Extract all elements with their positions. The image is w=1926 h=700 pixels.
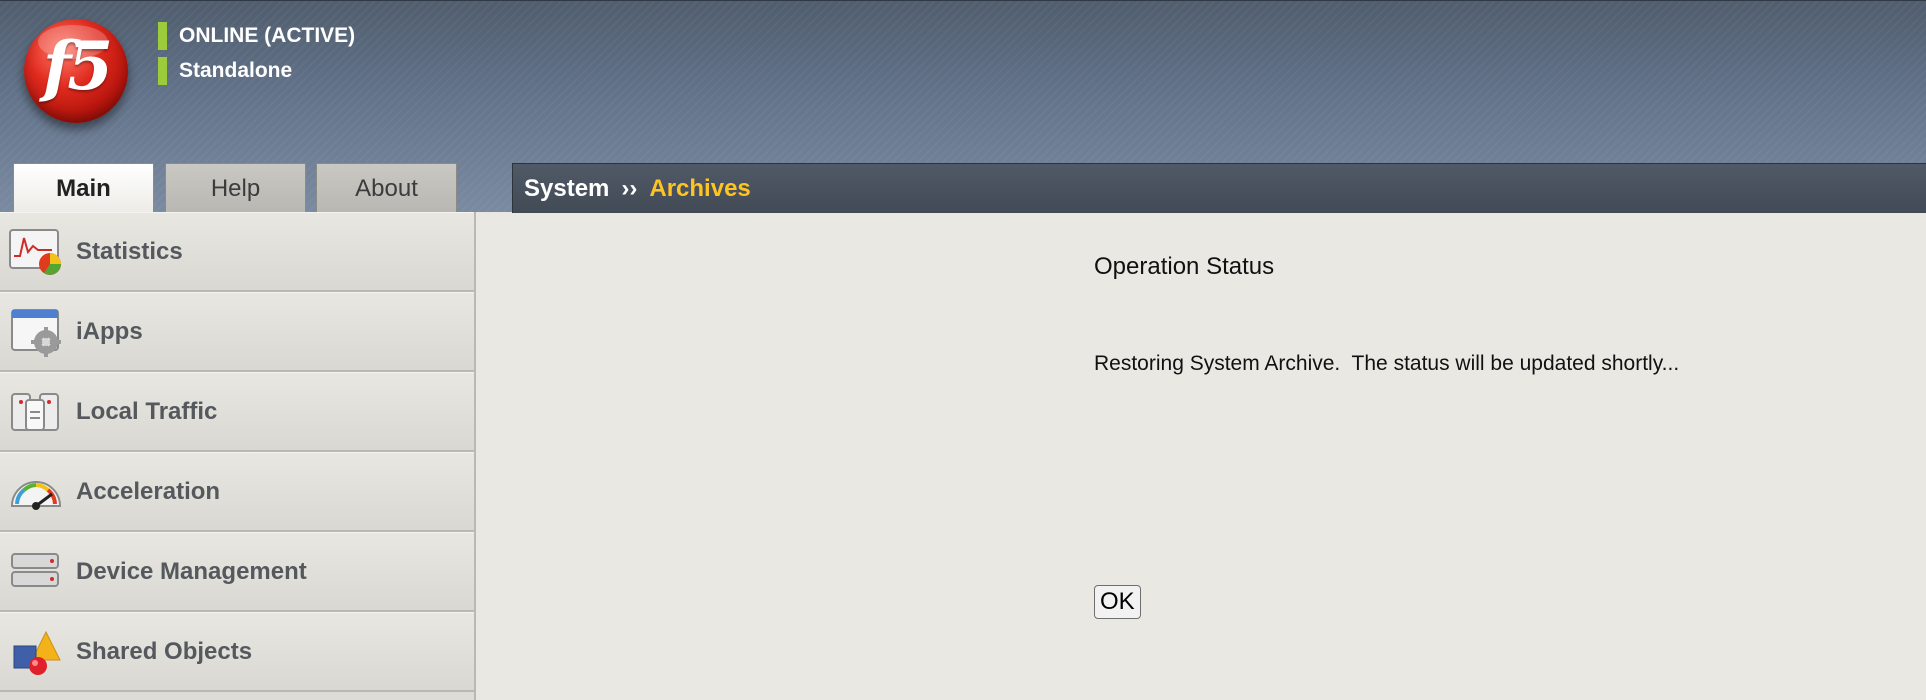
status-online-text: ONLINE (ACTIVE) bbox=[179, 24, 356, 47]
tab-main[interactable]: Main bbox=[13, 163, 154, 214]
sidebar-item-shared-objects[interactable]: Shared Objects bbox=[0, 612, 474, 692]
status-indicator bbox=[158, 57, 167, 85]
local-traffic-icon bbox=[8, 386, 64, 438]
sidebar-item-local-traffic[interactable]: Local Traffic bbox=[0, 372, 474, 452]
sidebar-item-label: Shared Objects bbox=[76, 637, 253, 665]
sidebar-item-label: iApps bbox=[76, 317, 143, 345]
tab-help[interactable]: Help bbox=[165, 163, 306, 213]
status-mode: Standalone bbox=[158, 57, 292, 85]
logo-text: f5 bbox=[42, 27, 113, 105]
sidebar: Statistics iApps Local Traffic Accelerat… bbox=[0, 212, 476, 700]
header-banner: f5 ONLINE (ACTIVE) Standalone Main Help … bbox=[0, 0, 1926, 214]
shared-objects-icon bbox=[8, 626, 64, 678]
acceleration-icon bbox=[8, 466, 64, 518]
tab-help-label: Help bbox=[210, 174, 261, 202]
operation-status-message: Restoring System Archive. The status wil… bbox=[1094, 352, 1680, 375]
ok-button[interactable]: OK bbox=[1094, 585, 1141, 619]
f5-logo: f5 bbox=[24, 19, 128, 123]
iapps-icon bbox=[8, 306, 64, 358]
status-online: ONLINE (ACTIVE) bbox=[158, 22, 355, 50]
sidebar-item-label: Device Management bbox=[76, 557, 307, 585]
tab-about-label: About bbox=[355, 174, 418, 202]
tab-main-label: Main bbox=[56, 175, 111, 202]
breadcrumb: System ›› Archives bbox=[512, 163, 1926, 214]
device-management-icon bbox=[8, 546, 64, 598]
sidebar-item-device-management[interactable]: Device Management bbox=[0, 532, 474, 612]
breadcrumb-section[interactable]: System bbox=[524, 175, 609, 203]
sidebar-item-label: Statistics bbox=[76, 237, 183, 265]
tab-about[interactable]: About bbox=[316, 163, 457, 213]
operation-status-title: Operation Status bbox=[1094, 253, 1275, 280]
sidebar-item-acceleration[interactable]: Acceleration bbox=[0, 452, 474, 532]
main-content: Operation Status Restoring System Archiv… bbox=[478, 213, 1926, 700]
statistics-icon bbox=[8, 226, 64, 278]
status-indicator bbox=[158, 22, 167, 50]
sidebar-item-statistics[interactable]: Statistics bbox=[0, 212, 474, 292]
sidebar-item-label: Local Traffic bbox=[76, 397, 218, 425]
breadcrumb-page[interactable]: Archives bbox=[649, 175, 750, 203]
status-mode-text: Standalone bbox=[179, 59, 293, 82]
sidebar-item-label: Acceleration bbox=[76, 477, 221, 505]
breadcrumb-separator: ›› bbox=[621, 174, 638, 202]
sidebar-item-iapps[interactable]: iApps bbox=[0, 292, 474, 372]
